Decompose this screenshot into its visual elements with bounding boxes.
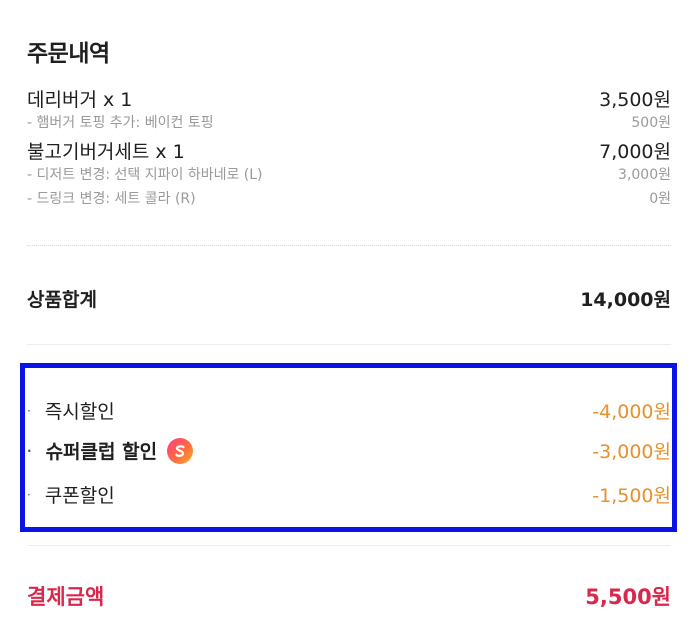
bullet: · [27, 403, 31, 418]
order-option-row: - 드링크 변경: 세트 콜라 (R) 0원 [27, 188, 671, 208]
order-item-name: 불고기버거세트 x 1 [27, 141, 185, 163]
order-option-price: 500원 [631, 115, 671, 131]
order-option-price: 3,000원 [618, 167, 671, 183]
subtotal-label: 상품합계 [27, 289, 97, 311]
order-option-name: - 햄버거 토핑 추가: 베이컨 토핑 [27, 115, 214, 131]
coupon-discount-value: -1,500원 [592, 485, 671, 507]
order-option-name: - 디저트 변경: 선택 지파이 하바네로 (L) [27, 167, 263, 183]
instant-discount-label: 즉시할인 [44, 401, 115, 423]
divider [27, 344, 671, 345]
discount-row: · 쿠폰할인 -1,500원 [27, 481, 671, 508]
bullet: · [27, 443, 32, 458]
discount-row: · 즉시할인 -4,000원 [27, 397, 671, 424]
subtotal-row: 상품합계 14,000원 [27, 285, 671, 312]
discount-label-wrap: · 슈퍼클럽 할인 [27, 437, 194, 464]
order-item-price: 7,000원 [599, 141, 671, 163]
divider [27, 245, 671, 246]
order-item-price: 3,500원 [599, 89, 671, 111]
order-title: 주문내역 [27, 41, 110, 67]
total-value: 5,500원 [585, 585, 671, 609]
bullet: · [27, 487, 31, 502]
discount-row: · 슈퍼클럽 할인 -3,000원 [27, 437, 671, 464]
instant-discount-value: -4,000원 [592, 401, 671, 423]
order-option-name: - 드링크 변경: 세트 콜라 (R) [27, 191, 196, 207]
total-label: 결제금액 [27, 585, 105, 609]
order-item-name: 데리버거 x 1 [27, 89, 133, 111]
divider [27, 545, 671, 546]
subtotal-value: 14,000원 [580, 289, 671, 311]
total-row: 결제금액 5,500원 [27, 581, 671, 611]
super-club-badge-icon [167, 437, 194, 464]
order-option-price: 0원 [649, 191, 671, 207]
discount-label-wrap: · 즉시할인 [27, 397, 115, 424]
order-item-row: 데리버거 x 1 3,500원 [27, 85, 671, 112]
order-option-row: - 디저트 변경: 선택 지파이 하바네로 (L) 3,000원 [27, 164, 671, 184]
discount-label-wrap: · 쿠폰할인 [27, 481, 115, 508]
order-item-row: 불고기버거세트 x 1 7,000원 [27, 137, 671, 164]
coupon-discount-label: 쿠폰할인 [44, 485, 115, 507]
super-club-discount-label: 슈퍼클럽 할인 [45, 441, 158, 463]
order-option-row: - 햄버거 토핑 추가: 베이컨 토핑 500원 [27, 112, 671, 132]
super-club-discount-value: -3,000원 [592, 441, 671, 463]
